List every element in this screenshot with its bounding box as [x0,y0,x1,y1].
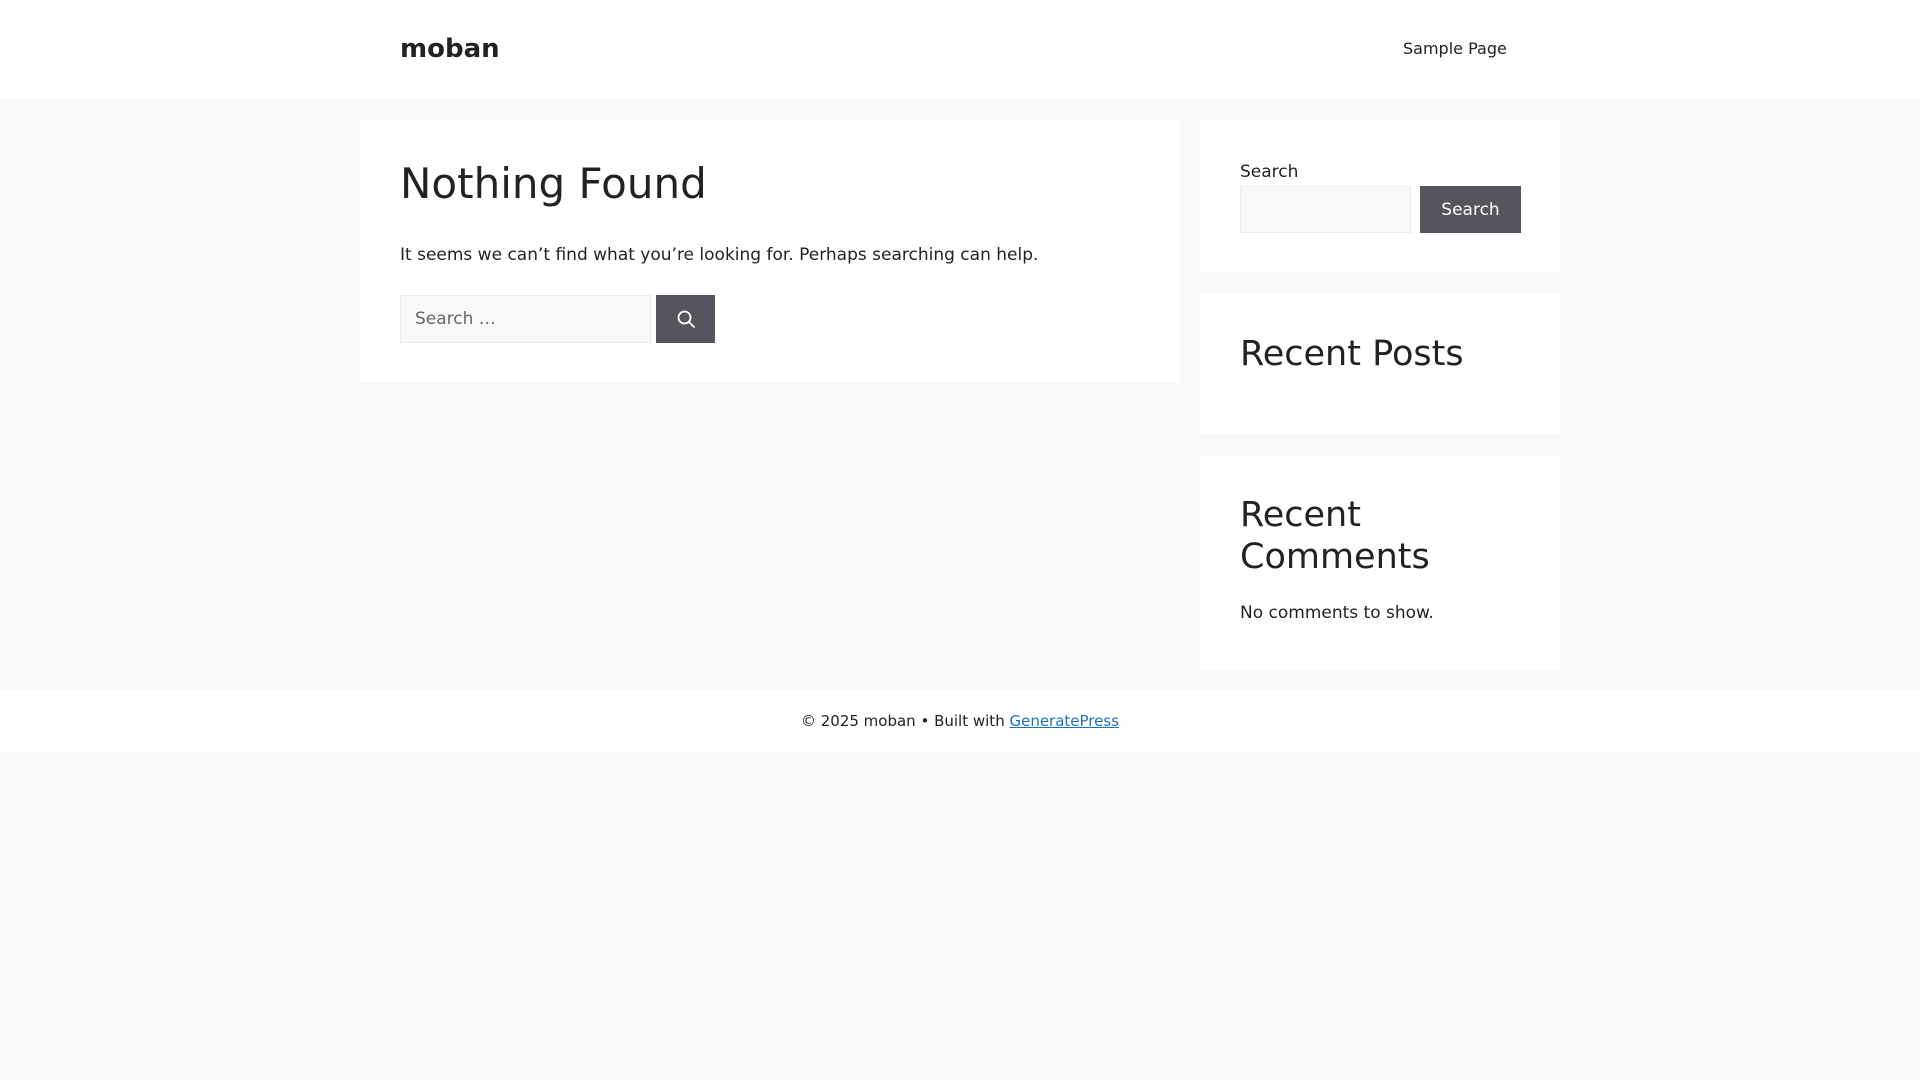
sidebar-search-button[interactable]: Search [1420,186,1521,233]
recent-posts-widget: Recent Posts [1200,293,1560,434]
search-submit-button[interactable] [656,295,715,343]
site-header: moban Sample Page [0,0,1920,99]
main-content-card: Nothing Found It seems we can’t find wha… [360,120,1180,383]
recent-posts-title: Recent Posts [1240,334,1464,374]
page-title: Nothing Found [400,159,707,208]
generatepress-link[interactable]: GeneratePress [1009,712,1119,730]
site-footer: © 2025 moban • Built with GeneratePress [0,690,1920,752]
search-widget-label: Search [1240,162,1299,182]
search-input[interactable] [400,295,651,343]
recent-comments-widget: Recent Comments No comments to show. [1200,456,1560,670]
sidebar-search-input[interactable] [1240,186,1411,233]
search-icon [676,309,696,329]
site-title-link[interactable]: moban [400,32,500,66]
not-found-message: It seems we can’t find what you’re looki… [400,245,1039,265]
footer-built-with: Built with [934,712,1010,730]
recent-comments-title: Recent Comments [1240,495,1430,577]
footer-copyright: © 2025 moban [800,712,916,730]
search-widget: Search Search [1200,120,1560,272]
footer-separator: • [915,712,935,730]
nav-item-sample-page[interactable]: Sample Page [1403,38,1507,60]
no-comments-text: No comments to show. [1240,603,1434,623]
